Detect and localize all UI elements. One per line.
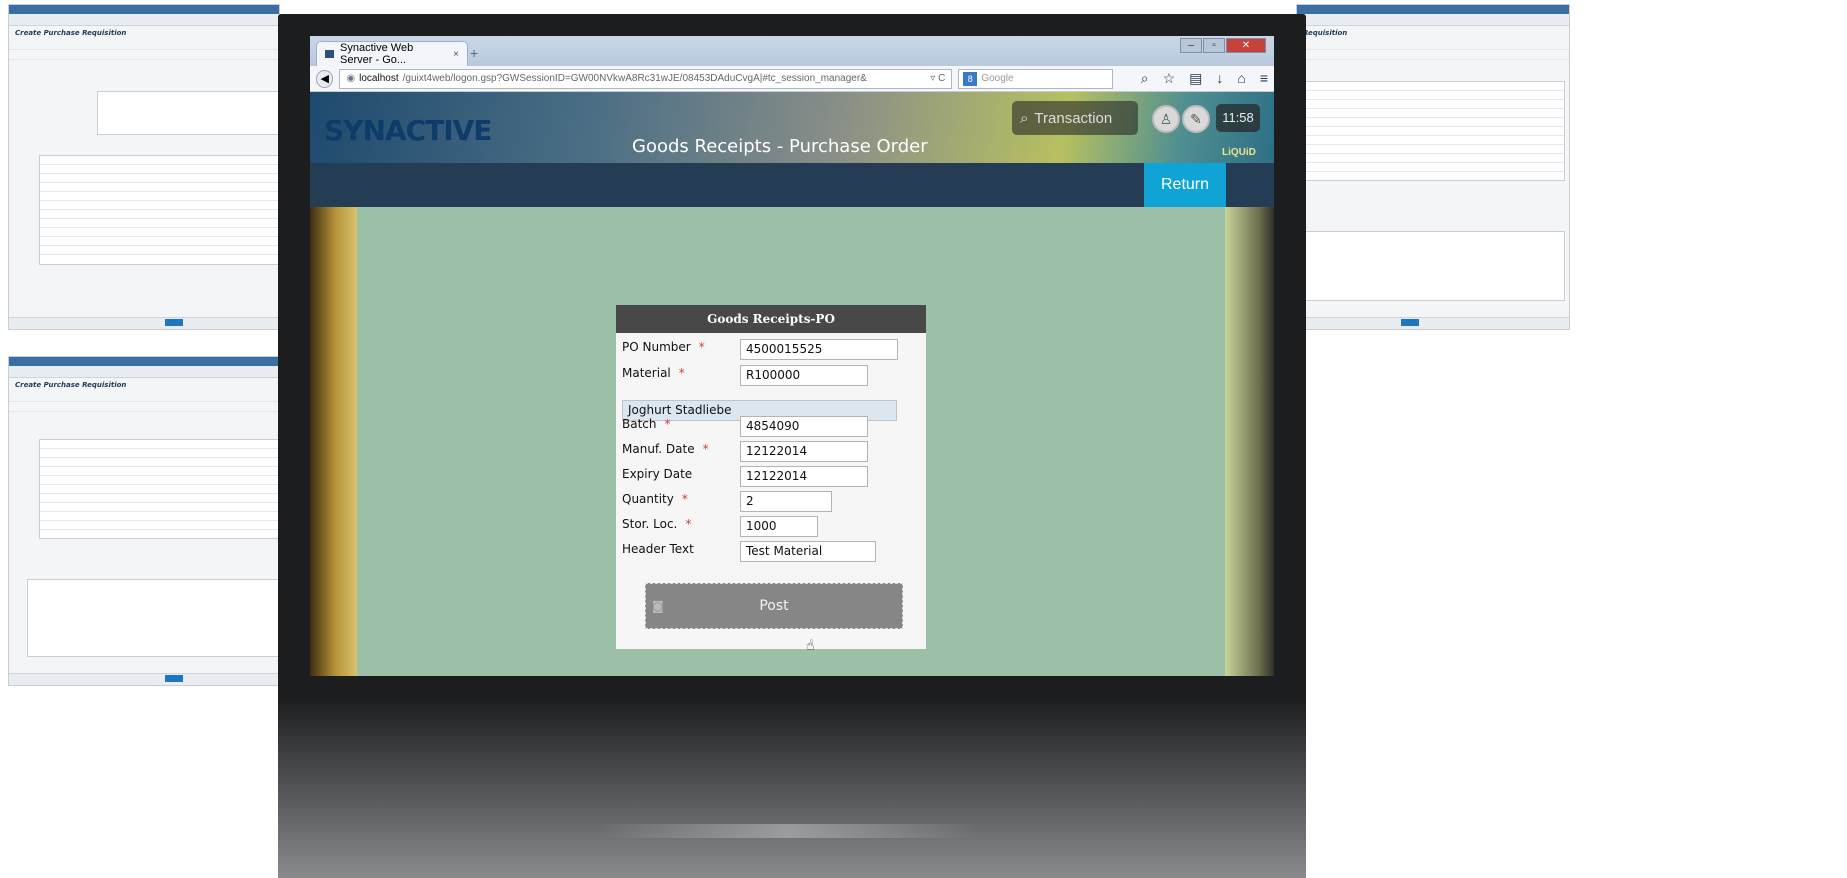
material-input[interactable]: R100000 bbox=[740, 365, 868, 386]
expiry-date-input[interactable]: 12122014 bbox=[740, 466, 868, 487]
sap-item-grid bbox=[39, 155, 279, 265]
sap-detail-panel bbox=[27, 579, 279, 657]
browser-toolbar-icons: ⌕ ☆ ▤ ↓ ⌂ ≡ bbox=[1141, 70, 1268, 87]
stor-loc-input[interactable]: 1000 bbox=[740, 516, 818, 537]
nav-strip bbox=[310, 163, 1274, 207]
sap-statusbar bbox=[9, 317, 279, 329]
sap-window-bottom-left: Create Purchase Requisition bbox=[8, 356, 280, 686]
page-title: Goods Receipts - Purchase Order bbox=[632, 136, 928, 157]
bookmarks-icon[interactable]: ▤ bbox=[1189, 70, 1202, 87]
minimize-button[interactable]: – bbox=[1180, 38, 1202, 53]
sap-toolbar bbox=[1297, 14, 1569, 26]
sap-titlebar bbox=[9, 357, 279, 366]
download-icon[interactable]: ↓ bbox=[1216, 70, 1223, 87]
url-path: /guixt4web/logon.gsp?GWSessionID=GW00NVk… bbox=[402, 73, 867, 84]
window-controls: – ▫ ✕ bbox=[1180, 38, 1266, 53]
sap-text-area bbox=[97, 91, 279, 135]
sap-toolbar bbox=[9, 14, 279, 26]
star-icon[interactable]: ☆ bbox=[1163, 70, 1176, 87]
post-label: Post bbox=[759, 598, 789, 614]
sap-titlebar bbox=[1297, 5, 1569, 14]
browser-navbar: ◀ ◉ localhost/guixt4web/logon.gsp?GWSess… bbox=[310, 66, 1274, 92]
browser-window: Synactive Web Server - Go... × + – ▫ ✕ ◀… bbox=[310, 36, 1274, 676]
synactive-logo: SYNACTIVE bbox=[324, 114, 492, 147]
globe-icon: ◉ bbox=[346, 73, 356, 84]
return-button[interactable]: Return bbox=[1144, 163, 1226, 207]
right-decoration bbox=[1225, 207, 1274, 676]
search-bar[interactable]: 8 Google bbox=[958, 68, 1113, 89]
sap-detail-panel bbox=[1297, 231, 1565, 301]
tab-strip: Synactive Web Server - Go... × + – ▫ ✕ bbox=[310, 36, 1274, 66]
search-icon[interactable]: ⌕ bbox=[1141, 70, 1149, 87]
maximize-button[interactable]: ▫ bbox=[1203, 38, 1225, 53]
manuf-date-label: Manuf. Date * bbox=[622, 442, 709, 456]
left-decoration bbox=[310, 207, 357, 676]
user-icon[interactable]: ♙ bbox=[1152, 105, 1180, 133]
browser-tab[interactable]: Synactive Web Server - Go... × bbox=[316, 41, 468, 66]
tab-close-icon[interactable]: × bbox=[453, 49, 459, 60]
goods-receipt-form: Goods Receipts-PO PO Number * 4500015525 … bbox=[616, 305, 926, 655]
url-host: localhost bbox=[359, 73, 399, 84]
search-engine-icon: 8 bbox=[963, 71, 978, 86]
menu-icon[interactable]: ≡ bbox=[1260, 70, 1268, 87]
sap-statusbar bbox=[1297, 317, 1569, 329]
web-page: SYNACTIVE Goods Receipts - Purchase Orde… bbox=[310, 92, 1274, 676]
clock: 11:58 bbox=[1216, 104, 1260, 132]
sap-item-grid bbox=[39, 439, 279, 539]
batch-label: Batch * bbox=[622, 417, 671, 431]
expiry-date-label: Expiry Date bbox=[622, 467, 693, 481]
tab-title: Synactive Web Server - Go... bbox=[340, 42, 414, 66]
sap-window-top-left: Create Purchase Requisition bbox=[8, 4, 280, 330]
search-icon: ⌕ bbox=[1020, 109, 1029, 127]
sap-window-right: Requisition bbox=[1296, 4, 1570, 330]
url-tools[interactable]: ▿ C bbox=[930, 73, 945, 84]
wrench-icon[interactable]: ✎ bbox=[1182, 105, 1210, 133]
sap-statusbar bbox=[9, 673, 279, 685]
manuf-date-input[interactable]: 12122014 bbox=[740, 441, 868, 462]
post-button[interactable]: ◙ Post ☝ bbox=[645, 583, 903, 655]
sap-toolbar bbox=[9, 366, 279, 378]
po-number-label: PO Number * bbox=[622, 340, 705, 354]
po-number-input[interactable]: 4500015525 bbox=[740, 339, 898, 360]
favicon-icon bbox=[325, 50, 335, 58]
sap-item-grid bbox=[1297, 81, 1565, 181]
quantity-label: Quantity * bbox=[622, 492, 688, 506]
header-text-input[interactable]: Test Material bbox=[740, 541, 876, 562]
quantity-input[interactable]: 2 bbox=[740, 491, 832, 512]
camera-icon: ◙ bbox=[652, 599, 664, 613]
back-icon[interactable]: ◀ bbox=[316, 69, 334, 88]
home-icon[interactable]: ⌂ bbox=[1237, 70, 1245, 87]
liquid-badge: LiQUiD bbox=[1222, 147, 1256, 158]
transaction-placeholder: Transaction bbox=[1034, 109, 1113, 127]
cursor-icon: ☝ bbox=[804, 637, 816, 655]
sap-titlebar bbox=[9, 5, 279, 14]
material-label: Material * bbox=[622, 366, 685, 380]
batch-input[interactable]: 4854090 bbox=[740, 416, 868, 437]
transaction-input[interactable]: ⌕ Transaction bbox=[1012, 101, 1138, 135]
form-header: Goods Receipts-PO bbox=[616, 305, 926, 333]
sap-heading: Requisition bbox=[1303, 29, 1348, 37]
stor-loc-label: Stor. Loc. * bbox=[622, 517, 692, 531]
new-tab-button[interactable]: + bbox=[470, 45, 478, 61]
sap-heading: Create Purchase Requisition bbox=[15, 29, 127, 37]
close-window-button[interactable]: ✕ bbox=[1226, 38, 1266, 53]
header-text-label: Header Text bbox=[622, 542, 694, 556]
search-placeholder: Google bbox=[981, 73, 1014, 84]
address-bar[interactable]: ◉ localhost/guixt4web/logon.gsp?GWSessio… bbox=[339, 68, 953, 89]
sap-heading: Create Purchase Requisition bbox=[15, 381, 127, 389]
